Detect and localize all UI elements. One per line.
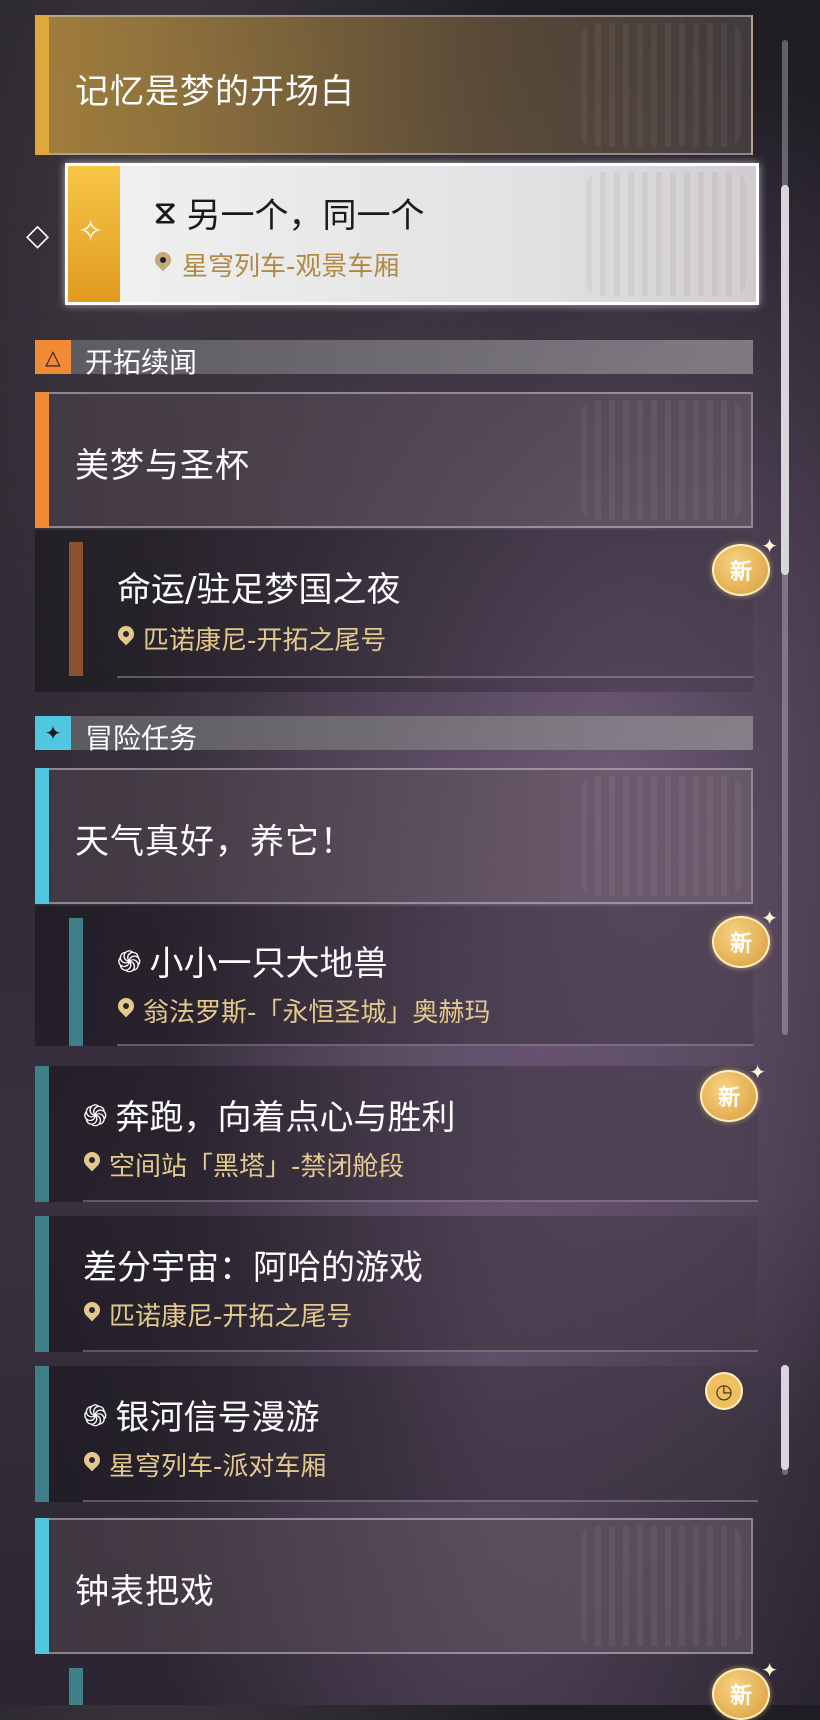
item-divider [83, 1200, 758, 1202]
location-pin-icon [83, 1152, 101, 1178]
item-accent-bar [35, 1216, 49, 1352]
swirl-icon: ֍ [117, 945, 142, 980]
card-emblem-icon [581, 1526, 741, 1646]
section-header-adventure: ✦ 冒险任务 [35, 716, 753, 755]
mission-group-card[interactable]: 记忆是梦的开场白 [35, 15, 753, 155]
card-emblem-icon [581, 776, 741, 896]
new-badge: 新 [700, 1060, 766, 1122]
card-accent-bar [35, 768, 49, 904]
card-accent-bar [35, 392, 49, 528]
card-emblem-icon [581, 23, 741, 147]
item-divider [117, 1044, 753, 1046]
new-badge: 新 [712, 534, 778, 596]
card-title: 钟表把戏 [75, 1572, 215, 1612]
mission-title-row: ֍ 奔跑，向着点心与胜利 [83, 1090, 456, 1139]
mission-title: 小小一只大地兽 [149, 944, 388, 984]
location-pin-icon [83, 1302, 101, 1328]
mission-title: 奔跑，向着点心与胜利 [115, 1098, 456, 1138]
mission-location: 空间站「黑塔」-禁闭舱段 [109, 1152, 405, 1182]
mission-group-card[interactable]: 钟表把戏 [35, 1518, 753, 1654]
location-pin-icon [117, 998, 135, 1024]
trailblaze-icon: △ [35, 340, 71, 374]
item-divider [83, 1350, 758, 1352]
item-accent-bar [35, 1366, 49, 1502]
item-accent-bar [69, 542, 83, 676]
sparkle-icon: ✦ [35, 716, 71, 750]
mission-emblem-icon [586, 172, 746, 296]
location-pin-icon [154, 252, 172, 278]
mission-title: 命运/驻足梦国之夜 [117, 570, 401, 610]
mission-location-row: 空间站「黑塔」-禁闭舱段 [83, 1146, 404, 1183]
mission-location: 匹诺康尼-开拓之尾号 [109, 1302, 353, 1332]
mission-location: 星穹列车-派对车厢 [109, 1452, 327, 1482]
location-pin-icon [117, 626, 135, 652]
scrollbar-thumb-lower[interactable] [781, 1365, 789, 1470]
mission-item[interactable]: ֍ 小小一只大地兽 翁法罗斯-「永恒圣城」奥赫玛 新 [35, 906, 778, 1046]
mission-type-icon: ✧ [78, 214, 104, 249]
swirl-icon: ֍ [83, 1399, 108, 1434]
card-accent-bar [35, 1518, 49, 1654]
item-divider [83, 1500, 758, 1502]
section-label: 冒险任务 [85, 722, 198, 755]
mission-group-card[interactable]: 天气真好，养它！ [35, 768, 753, 904]
mission-item[interactable]: ֍ 奔跑，向着点心与胜利 空间站「黑塔」-禁闭舱段 新 [35, 1060, 766, 1202]
mission-title-row: 差分宇宙：阿哈的游戏 [83, 1240, 423, 1289]
clock-icon: ◷ [705, 1372, 743, 1410]
mission-title-row: ֍ 银河信号漫游 [83, 1390, 320, 1439]
card-emblem-icon [581, 400, 741, 520]
selected-mission-title: 另一个，同一个 [186, 196, 425, 236]
card-title: 天气真好，养它！ [75, 822, 355, 862]
section-header-trailblaze: △ 开拓续闻 [35, 340, 753, 379]
mission-type-strip: ✧ [68, 166, 120, 302]
mission-item[interactable]: 差分宇宙：阿哈的游戏 匹诺康尼-开拓之尾号 [35, 1216, 758, 1352]
new-badge: 新 [712, 1658, 778, 1720]
card-accent-bar [35, 15, 49, 155]
selected-mission-location: 星穹列车-观景车厢 [182, 252, 400, 282]
card-title: 美梦与圣杯 [75, 446, 250, 486]
mission-location-row: 星穹列车-派对车厢 [83, 1446, 326, 1483]
mission-title: 银河信号漫游 [115, 1398, 320, 1438]
mission-location-row: 翁法罗斯-「永恒圣城」奥赫玛 [117, 992, 490, 1029]
mission-title-row: 命运/驻足梦国之夜 [117, 562, 400, 611]
mission-location: 匹诺康尼-开拓之尾号 [143, 626, 387, 656]
section-label: 开拓续闻 [85, 346, 198, 379]
selected-mission-title-row: ⧖ 另一个，同一个 [154, 188, 424, 237]
mission-group-card[interactable]: 美梦与圣杯 [35, 392, 753, 528]
item-accent-bar [69, 1668, 83, 1705]
mission-location: 翁法罗斯-「永恒圣城」奥赫玛 [143, 998, 491, 1028]
location-pin-icon [83, 1452, 101, 1478]
mission-title: 差分宇宙：阿哈的游戏 [83, 1248, 423, 1288]
item-accent-bar [35, 1066, 49, 1202]
hourglass-icon: ⧖ [154, 193, 177, 231]
scrollbar-thumb[interactable] [781, 185, 789, 575]
swirl-icon: ֍ [83, 1099, 108, 1134]
mission-location-row: 匹诺康尼-开拓之尾号 [117, 620, 386, 657]
item-accent-bar [69, 918, 83, 1046]
mission-item[interactable]: ֍ 银河信号漫游 星穹列车-派对车厢 ◷ [35, 1366, 758, 1502]
card-title: 记忆是梦的开场白 [75, 72, 355, 112]
item-divider [117, 676, 753, 678]
mission-item[interactable]: 命运/驻足梦国之夜 匹诺康尼-开拓之尾号 新 [35, 530, 778, 692]
mission-title-row: ֍ 小小一只大地兽 [117, 936, 388, 985]
selected-mission-card[interactable]: ✧ ⧖ 另一个，同一个 星穹列车-观景车厢 [65, 163, 759, 305]
selection-arrow-icon: ◇ [26, 218, 50, 253]
mission-location-row: 匹诺康尼-开拓之尾号 [83, 1296, 352, 1333]
new-badge: 新 [712, 906, 778, 968]
selected-mission-location-row: 星穹列车-观景车厢 [154, 246, 399, 283]
